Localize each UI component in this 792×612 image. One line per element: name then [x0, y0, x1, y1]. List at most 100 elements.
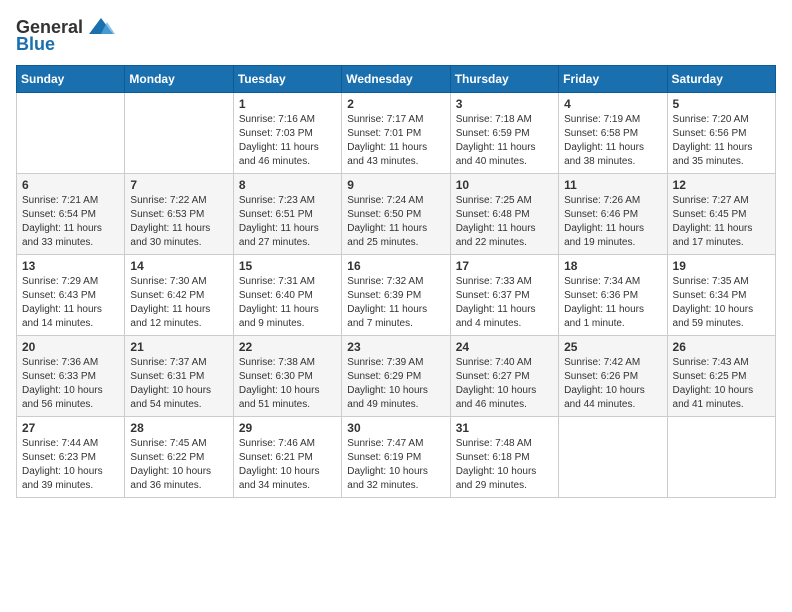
day-info: Sunrise: 7:36 AM Sunset: 6:33 PM Dayligh… — [22, 356, 119, 412]
day-number: 18 — [564, 259, 661, 273]
header-sunday: Sunday — [17, 66, 125, 93]
day-info: Sunrise: 7:44 AM Sunset: 6:23 PM Dayligh… — [22, 437, 119, 493]
day-info: Sunrise: 7:22 AM Sunset: 6:53 PM Dayligh… — [130, 194, 227, 250]
calendar-cell: 2 Sunrise: 7:17 AM Sunset: 7:01 PM Daylig… — [342, 93, 450, 174]
day-number: 14 — [130, 259, 227, 273]
day-info: Sunrise: 7:34 AM Sunset: 6:36 PM Dayligh… — [564, 275, 661, 331]
logo-blue-text: Blue — [16, 34, 55, 55]
day-info: Sunrise: 7:31 AM Sunset: 6:40 PM Dayligh… — [239, 275, 336, 331]
day-number: 8 — [239, 178, 336, 192]
day-info: Sunrise: 7:21 AM Sunset: 6:54 PM Dayligh… — [22, 194, 119, 250]
calendar-cell: 7 Sunrise: 7:22 AM Sunset: 6:53 PM Daylig… — [125, 174, 233, 255]
day-number: 2 — [347, 97, 444, 111]
day-number: 29 — [239, 421, 336, 435]
calendar-cell: 8 Sunrise: 7:23 AM Sunset: 6:51 PM Daylig… — [233, 174, 341, 255]
day-info: Sunrise: 7:23 AM Sunset: 6:51 PM Dayligh… — [239, 194, 336, 250]
header-wednesday: Wednesday — [342, 66, 450, 93]
calendar-cell: 18 Sunrise: 7:34 AM Sunset: 6:36 PM Dayli… — [559, 255, 667, 336]
day-info: Sunrise: 7:24 AM Sunset: 6:50 PM Dayligh… — [347, 194, 444, 250]
calendar-cell — [125, 93, 233, 174]
calendar-cell: 9 Sunrise: 7:24 AM Sunset: 6:50 PM Daylig… — [342, 174, 450, 255]
day-number: 4 — [564, 97, 661, 111]
day-info: Sunrise: 7:45 AM Sunset: 6:22 PM Dayligh… — [130, 437, 227, 493]
day-number: 21 — [130, 340, 227, 354]
day-number: 13 — [22, 259, 119, 273]
day-info: Sunrise: 7:48 AM Sunset: 6:18 PM Dayligh… — [456, 437, 553, 493]
day-number: 31 — [456, 421, 553, 435]
day-number: 16 — [347, 259, 444, 273]
calendar-cell: 29Sunrise: 7:46 AM Sunset: 6:21 PM Dayli… — [233, 417, 341, 498]
day-info: Sunrise: 7:29 AM Sunset: 6:43 PM Dayligh… — [22, 275, 119, 331]
logo: General Blue — [16, 16, 115, 55]
calendar-cell: 3Sunrise: 7:18 AM Sunset: 6:59 PM Daylig… — [450, 93, 558, 174]
header-monday: Monday — [125, 66, 233, 93]
day-info: Sunrise: 7:20 AM Sunset: 6:56 PM Dayligh… — [673, 113, 770, 169]
day-number: 23 — [347, 340, 444, 354]
day-info: Sunrise: 7:38 AM Sunset: 6:30 PM Dayligh… — [239, 356, 336, 412]
day-number: 12 — [673, 178, 770, 192]
header-thursday: Thursday — [450, 66, 558, 93]
calendar-header-row: SundayMondayTuesdayWednesdayThursdayFrid… — [17, 66, 776, 93]
calendar-cell: 19 Sunrise: 7:35 AM Sunset: 6:34 PM Dayli… — [667, 255, 775, 336]
header-saturday: Saturday — [667, 66, 775, 93]
calendar-cell: 11 Sunrise: 7:26 AM Sunset: 6:46 PM Dayli… — [559, 174, 667, 255]
calendar-cell: 24 Sunrise: 7:40 AM Sunset: 6:27 PM Dayli… — [450, 336, 558, 417]
day-info: Sunrise: 7:30 AM Sunset: 6:42 PM Dayligh… — [130, 275, 227, 331]
calendar-cell: 16Sunrise: 7:32 AM Sunset: 6:39 PM Dayli… — [342, 255, 450, 336]
day-number: 25 — [564, 340, 661, 354]
day-info: Sunrise: 7:19 AM Sunset: 6:58 PM Dayligh… — [564, 113, 661, 169]
calendar-cell: 22Sunrise: 7:38 AM Sunset: 6:30 PM Dayli… — [233, 336, 341, 417]
calendar-cell: 31 Sunrise: 7:48 AM Sunset: 6:18 PM Dayli… — [450, 417, 558, 498]
header-tuesday: Tuesday — [233, 66, 341, 93]
day-info: Sunrise: 7:25 AM Sunset: 6:48 PM Dayligh… — [456, 194, 553, 250]
calendar-cell: 4 Sunrise: 7:19 AM Sunset: 6:58 PM Daylig… — [559, 93, 667, 174]
day-number: 6 — [22, 178, 119, 192]
day-info: Sunrise: 7:47 AM Sunset: 6:19 PM Dayligh… — [347, 437, 444, 493]
calendar-cell: 26Sunrise: 7:43 AM Sunset: 6:25 PM Dayli… — [667, 336, 775, 417]
week-row-3: 20 Sunrise: 7:36 AM Sunset: 6:33 PM Dayli… — [17, 336, 776, 417]
day-info: Sunrise: 7:43 AM Sunset: 6:25 PM Dayligh… — [673, 356, 770, 412]
day-number: 28 — [130, 421, 227, 435]
page-header: General Blue — [16, 16, 776, 55]
calendar-cell: 10 Sunrise: 7:25 AM Sunset: 6:48 PM Dayli… — [450, 174, 558, 255]
week-row-0: 1 Sunrise: 7:16 AM Sunset: 7:03 PM Daylig… — [17, 93, 776, 174]
day-info: Sunrise: 7:39 AM Sunset: 6:29 PM Dayligh… — [347, 356, 444, 412]
calendar-cell: 15 Sunrise: 7:31 AM Sunset: 6:40 PM Dayli… — [233, 255, 341, 336]
day-number: 3 — [456, 97, 553, 111]
week-row-1: 6 Sunrise: 7:21 AM Sunset: 6:54 PM Daylig… — [17, 174, 776, 255]
day-number: 19 — [673, 259, 770, 273]
week-row-4: 27 Sunrise: 7:44 AM Sunset: 6:23 PM Dayli… — [17, 417, 776, 498]
day-number: 9 — [347, 178, 444, 192]
day-info: Sunrise: 7:17 AM Sunset: 7:01 PM Dayligh… — [347, 113, 444, 169]
week-row-2: 13 Sunrise: 7:29 AM Sunset: 6:43 PM Dayli… — [17, 255, 776, 336]
day-info: Sunrise: 7:40 AM Sunset: 6:27 PM Dayligh… — [456, 356, 553, 412]
day-number: 1 — [239, 97, 336, 111]
calendar-cell — [17, 93, 125, 174]
calendar-cell: 14 Sunrise: 7:30 AM Sunset: 6:42 PM Dayli… — [125, 255, 233, 336]
day-number: 10 — [456, 178, 553, 192]
day-number: 24 — [456, 340, 553, 354]
day-number: 27 — [22, 421, 119, 435]
calendar-cell: 28 Sunrise: 7:45 AM Sunset: 6:22 PM Dayli… — [125, 417, 233, 498]
day-number: 5 — [673, 97, 770, 111]
logo-icon — [87, 16, 115, 38]
calendar-cell — [667, 417, 775, 498]
day-number: 11 — [564, 178, 661, 192]
day-number: 15 — [239, 259, 336, 273]
day-number: 17 — [456, 259, 553, 273]
day-info: Sunrise: 7:35 AM Sunset: 6:34 PM Dayligh… — [673, 275, 770, 331]
day-number: 7 — [130, 178, 227, 192]
calendar-cell: 12Sunrise: 7:27 AM Sunset: 6:45 PM Dayli… — [667, 174, 775, 255]
calendar-cell: 30 Sunrise: 7:47 AM Sunset: 6:19 PM Dayli… — [342, 417, 450, 498]
calendar-cell: 21 Sunrise: 7:37 AM Sunset: 6:31 PM Dayli… — [125, 336, 233, 417]
day-info: Sunrise: 7:37 AM Sunset: 6:31 PM Dayligh… — [130, 356, 227, 412]
calendar-cell: 27 Sunrise: 7:44 AM Sunset: 6:23 PM Dayli… — [17, 417, 125, 498]
calendar-cell: 13 Sunrise: 7:29 AM Sunset: 6:43 PM Dayli… — [17, 255, 125, 336]
calendar-cell: 1 Sunrise: 7:16 AM Sunset: 7:03 PM Daylig… — [233, 93, 341, 174]
day-info: Sunrise: 7:16 AM Sunset: 7:03 PM Dayligh… — [239, 113, 336, 169]
day-info: Sunrise: 7:26 AM Sunset: 6:46 PM Dayligh… — [564, 194, 661, 250]
day-number: 30 — [347, 421, 444, 435]
calendar-cell: 20 Sunrise: 7:36 AM Sunset: 6:33 PM Dayli… — [17, 336, 125, 417]
day-number: 20 — [22, 340, 119, 354]
calendar-cell: 25Sunrise: 7:42 AM Sunset: 6:26 PM Dayli… — [559, 336, 667, 417]
